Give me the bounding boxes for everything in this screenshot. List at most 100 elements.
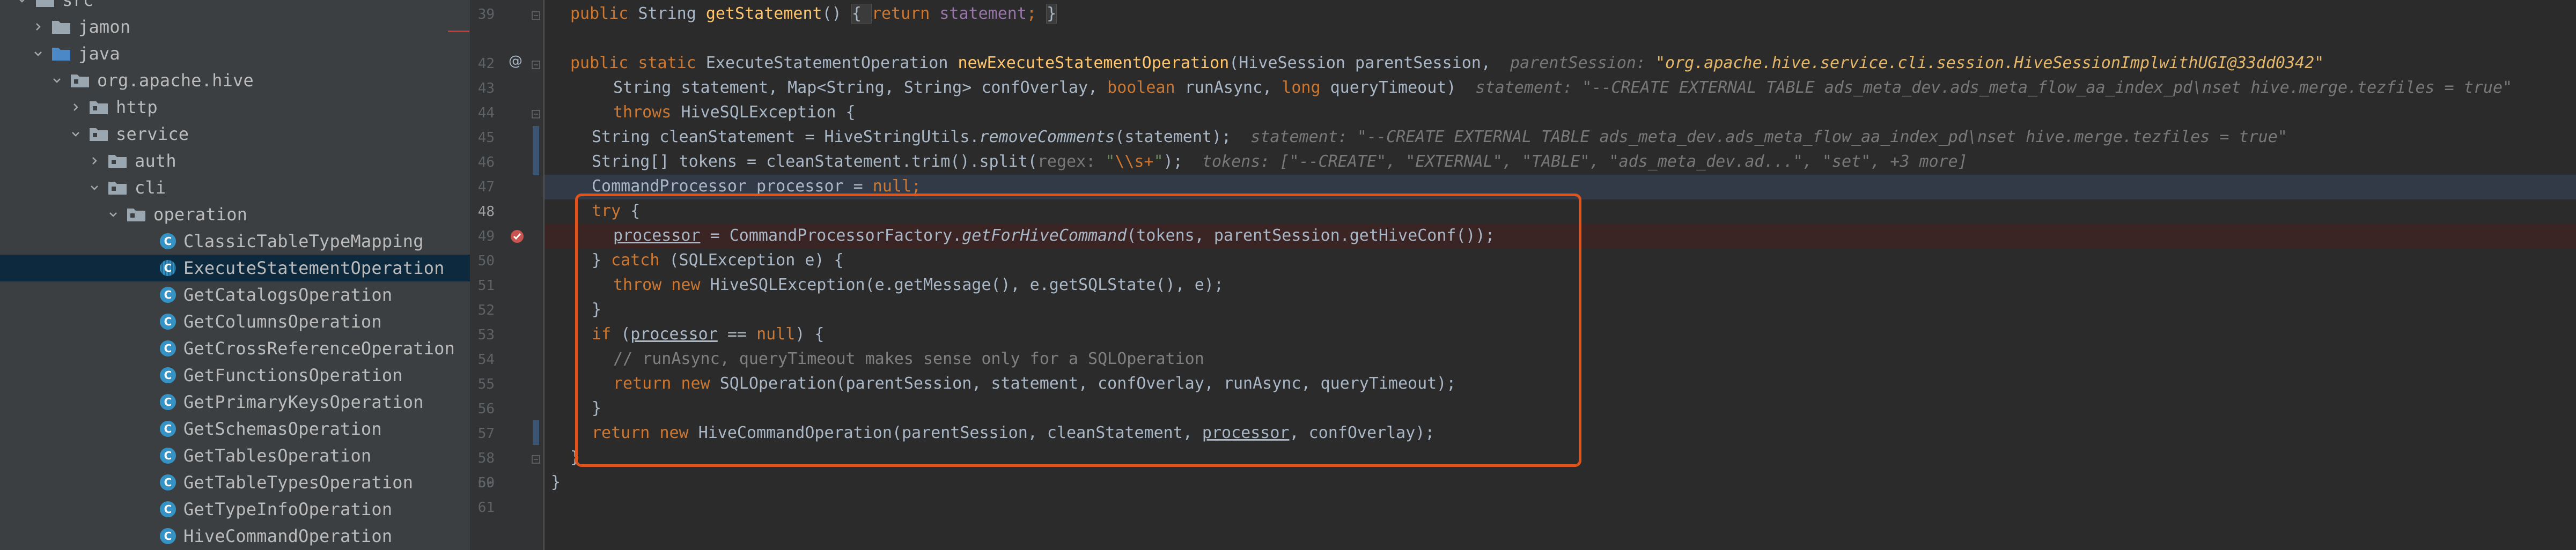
folder-icon [50, 18, 72, 36]
tree-item-label: ClassicTableTypeMapping [183, 231, 424, 251]
chevron-down-icon[interactable] [70, 126, 82, 142]
class-icon: C [160, 528, 176, 544]
folder-blue-icon [50, 44, 72, 63]
code-line-47[interactable]: String[] tokens = cleanStatement.trim().… [592, 150, 1968, 174]
code-line-46[interactable]: String cleanStatement = HiveStringUtils.… [592, 125, 2287, 150]
code-line-45[interactable]: throws HiveSQLException { [613, 100, 856, 125]
package-icon [107, 179, 128, 197]
line-number: 57 [477, 426, 495, 442]
code-line-44[interactable]: String statement, Map<String, String> co… [613, 76, 2512, 100]
class-icon: C [160, 287, 176, 303]
tree-item-label: src [62, 0, 94, 10]
package-icon [88, 98, 109, 116]
class-icon: C [160, 474, 176, 490]
tree-item-label: auth [135, 151, 176, 171]
line-number: 39 [477, 6, 495, 23]
line-number: 56 [477, 401, 495, 417]
tree-item-http[interactable]: http [0, 94, 470, 121]
vcs-change-marker[interactable] [533, 126, 539, 175]
class-icon: C [160, 448, 176, 464]
line-number: 51 [477, 278, 495, 294]
tree-item-gettabletypesoperation[interactable]: C GetTableTypesOperation [0, 469, 470, 496]
fold-icon[interactable] [531, 11, 541, 20]
tree-item-getcolumnsoperation[interactable]: C GetColumnsOperation [0, 308, 470, 335]
line-number: 42 [477, 56, 495, 72]
line-number: 52 [477, 302, 495, 318]
package-icon [107, 152, 128, 170]
tree-item-label: http [116, 97, 158, 117]
package-icon [88, 125, 109, 143]
tree-item-src[interactable]: src [0, 0, 470, 13]
class-icon: C [160, 501, 176, 517]
tree-item-label: HiveCommandOperation [183, 526, 393, 546]
fold-icon[interactable] [531, 109, 541, 119]
tree-item-label: GetCatalogsOperation [183, 285, 393, 305]
class-icon: C [160, 314, 176, 330]
tree-item-label: cli [135, 177, 166, 198]
tree-item-jamon[interactable]: jamon [0, 13, 470, 40]
tree-item-getprimarykeysoperation[interactable]: C GetPrimaryKeysOperation [0, 389, 470, 415]
tree-item-label: jamon [78, 17, 131, 37]
code-line-39[interactable]: public String getStatement() { return st… [570, 2, 1057, 26]
line-number: 45 [477, 130, 495, 146]
tree-item-gettablesoperation[interactable]: C GetTablesOperation [0, 442, 470, 469]
tree-item-label: service [116, 124, 189, 144]
line-number: 44 [477, 105, 495, 121]
tree-item-service[interactable]: service [0, 121, 470, 147]
tree-item-auth[interactable]: auth [0, 147, 470, 174]
folder-icon [34, 0, 56, 9]
line-number: 46 [477, 154, 495, 170]
tree-item-operation[interactable]: operation [0, 201, 470, 228]
ide-window: src jamon java org.apache.hive http service au… [0, 0, 2576, 550]
tree-item-getcatalogsoperation[interactable]: C GetCatalogsOperation [0, 281, 470, 308]
class-icon: C [160, 367, 176, 383]
vcs-change-marker[interactable] [533, 420, 539, 445]
highlight-annotation-box [575, 194, 1581, 467]
tree-item-getcrossreferenceoperation[interactable]: C GetCrossReferenceOperation [0, 335, 470, 362]
class-icon: C [160, 421, 176, 437]
tree-item-label: GetFunctionsOperation [183, 365, 403, 385]
tree-item-hivecommandoperation[interactable]: C HiveCommandOperation [0, 523, 470, 549]
tree-item-label: java [78, 43, 120, 64]
chevron-right-icon[interactable] [70, 99, 82, 115]
tree-item-label: GetSchemasOperation [183, 419, 382, 439]
project-tree[interactable]: src jamon java org.apache.hive http service au… [0, 0, 470, 550]
package-icon [69, 71, 91, 90]
tree-item-cli[interactable]: cli [0, 174, 470, 201]
chevron-right-icon[interactable] [89, 153, 100, 169]
code-line-43[interactable]: public static ExecuteStatementOperation … [570, 51, 2324, 76]
tree-item-label: GetTableTypesOperation [183, 472, 414, 493]
chevron-down-icon[interactable] [32, 46, 44, 62]
code-line-60[interactable]: } [551, 470, 561, 495]
tree-item-label: GetTypeInfoOperation [183, 499, 393, 519]
tree-item-label: ExecuteStatementOperation [183, 258, 445, 278]
tree-item-classictabletypemapping[interactable]: C ClassicTableTypeMapping [0, 228, 470, 255]
tree-item-executestatementoperation[interactable]: C ExecuteStatementOperation [0, 255, 470, 281]
chevron-right-icon[interactable] [32, 19, 44, 35]
chevron-down-icon[interactable] [89, 180, 100, 196]
chevron-down-icon[interactable] [16, 0, 28, 8]
chevron-down-icon[interactable] [51, 72, 63, 88]
fold-icon[interactable] [531, 455, 541, 464]
tree-item-java[interactable]: java [0, 40, 470, 67]
tree-item-getschemasoperation[interactable]: C GetSchemasOperation [0, 415, 470, 442]
tree-item-label: GetColumnsOperation [183, 311, 382, 332]
class-icon: C [160, 340, 176, 356]
tree-item-org-apache-hive[interactable]: org.apache.hive [0, 67, 470, 94]
line-number: 50 [477, 253, 495, 269]
line-number: 48 [477, 204, 495, 220]
tree-error-marker [448, 31, 469, 32]
fold-icon[interactable] [531, 60, 541, 70]
tree-item-gettypeinfooperation[interactable]: C GetTypeInfoOperation [0, 496, 470, 523]
chevron-down-icon[interactable] [107, 206, 119, 222]
line-number: 55 [477, 376, 495, 392]
line-number: 53 [477, 327, 495, 343]
line-number: 49 [477, 228, 495, 244]
breakpoint-icon[interactable] [509, 228, 525, 244]
tree-item-label: GetPrimaryKeysOperation [183, 392, 424, 412]
tree-item-getfunctionsoperation[interactable]: C GetFunctionsOperation [0, 362, 470, 389]
abstract-class-icon: C [160, 260, 176, 276]
override-annotation-icon[interactable]: @ [509, 53, 522, 69]
line-number: 60 [477, 475, 495, 491]
line-number: 61 [477, 500, 495, 516]
